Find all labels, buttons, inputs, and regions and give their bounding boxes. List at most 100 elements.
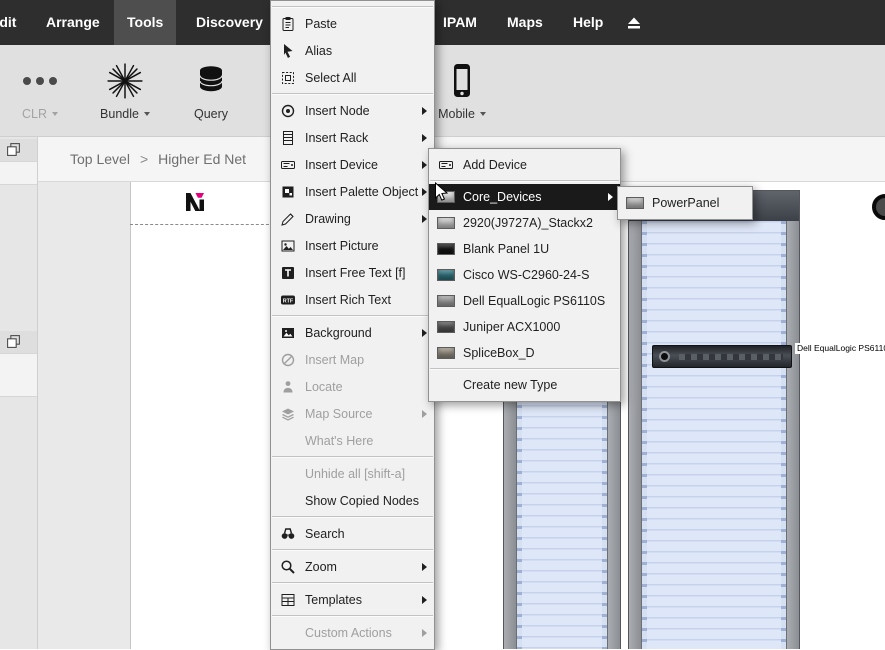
query-database-icon (193, 55, 229, 107)
menu-item-insert-device[interactable]: Insert Device (271, 151, 434, 178)
menu-item-create-new-type[interactable]: Create new Type (429, 372, 620, 398)
toolbar-button-clr[interactable]: CLR (8, 55, 72, 133)
menu-item-insert-rack[interactable]: Insert Rack (271, 124, 434, 151)
menu-item-powerpanel[interactable]: PowerPanel (618, 190, 752, 216)
no-icon (279, 433, 297, 449)
insert-device-icon (437, 157, 455, 173)
menu-item-insert-palette-object[interactable]: Insert Palette Object (271, 178, 434, 205)
menu-separator (272, 549, 433, 551)
device-thumbnail-icon (437, 241, 455, 257)
menu-item-paste[interactable]: Paste (271, 10, 434, 37)
menu-item-insert-picture[interactable]: Insert Picture (271, 232, 434, 259)
menu-item-add-device[interactable]: Add Device (429, 152, 620, 178)
menu-item-select-all[interactable]: Select All (271, 64, 434, 91)
toolbar-label-bundle: Bundle (100, 107, 139, 121)
menu-item-zoom[interactable]: Zoom (271, 553, 434, 580)
menu-item-splicebox-d[interactable]: SpliceBox_D (429, 340, 620, 366)
breadcrumb-item-higher-ed-net[interactable]: Higher Ed Net (158, 151, 246, 167)
restore-panel-icon[interactable] (6, 334, 21, 349)
menu-item-insert-rich-text[interactable]: RTF Insert Rich Text (271, 286, 434, 313)
eject-button[interactable] (622, 0, 646, 45)
menu-item-label: Show Copied Nodes (305, 494, 419, 508)
device-thumbnail-icon (437, 267, 455, 283)
toolbar-button-bundle[interactable]: Bundle (88, 55, 162, 133)
menubar-item-discovery[interactable]: Discovery (186, 0, 273, 45)
clr-dots-icon (21, 55, 59, 107)
menu-item-juniper-acx1000[interactable]: Juniper ACX1000 (429, 314, 620, 340)
menubar-item-edit[interactable]: Edit (0, 0, 26, 45)
menu-item-label: Insert Picture (305, 239, 379, 253)
breadcrumb-item-top-level[interactable]: Top Level (70, 151, 130, 167)
rack-node[interactable] (628, 190, 800, 649)
menu-item-label: Insert Rack (305, 131, 368, 145)
menu-item-alias[interactable]: Alias (271, 37, 434, 64)
menubar-item-tools[interactable]: Tools (114, 0, 176, 45)
dock-panel-body (0, 353, 37, 397)
menu-item-insert-free-text-f[interactable]: Insert Free Text [f] (271, 259, 434, 286)
insert-node-icon (279, 103, 297, 119)
map-source-icon (279, 406, 297, 422)
search-binoculars-icon (279, 526, 297, 542)
menu-item-label: Blank Panel 1U (463, 242, 549, 256)
menu-item-blank-panel-1u[interactable]: Blank Panel 1U (429, 236, 620, 262)
submenu-arrow-icon (422, 410, 427, 418)
toolbar-button-mobile[interactable]: Mobile (424, 55, 500, 133)
menu-item-background[interactable]: Background (271, 319, 434, 346)
submenu-arrow-icon (422, 329, 427, 337)
menu-item-show-copied-nodes[interactable]: Show Copied Nodes (271, 487, 434, 514)
submenu-arrow-icon (608, 193, 613, 201)
palette-object-icon (279, 184, 297, 200)
menu-item-core-devices[interactable]: Core_Devices (429, 184, 620, 210)
device-thumbnail-image (437, 243, 455, 255)
menu-item-dell-equallogic-ps6110s[interactable]: Dell EqualLogic PS6110S (429, 288, 620, 314)
menu-item-cisco-ws-c2960-24-s[interactable]: Cisco WS-C2960-24-S (429, 262, 620, 288)
menu-item-label: Insert Rich Text (305, 293, 391, 307)
submenu-arrow-icon (422, 188, 427, 196)
menu-item-label: Insert Device (305, 158, 378, 172)
menu-item-label: SpliceBox_D (463, 346, 535, 360)
menubar-item-ipam[interactable]: IPAM (433, 0, 487, 45)
menu-item-label: Drawing (305, 212, 351, 226)
toolbar-button-query[interactable]: Query (176, 55, 246, 133)
picture-icon (279, 238, 297, 254)
menu-separator (272, 516, 433, 518)
free-text-icon (279, 265, 297, 281)
menu-item-2920-j9727a-stackx2[interactable]: 2920(J9727A)_Stackx2 (429, 210, 620, 236)
no-icon (279, 625, 297, 641)
restore-panel-icon[interactable] (6, 142, 21, 157)
menu-item-label: Map Source (305, 407, 372, 421)
device-thumbnail-image (437, 295, 455, 307)
menu-item-insert-map: Insert Map (271, 346, 434, 373)
menu-item-search[interactable]: Search (271, 520, 434, 547)
menu-item-drawing[interactable]: Drawing (271, 205, 434, 232)
toolbar: CLR Bundle Query (0, 45, 885, 137)
menu-item-insert-node[interactable]: Insert Node (271, 97, 434, 124)
tools-menu: PasteAlias Select All Insert Node Insert Ra… (270, 0, 435, 650)
menu-item-label: Unhide all [shift-a] (305, 467, 405, 481)
menu-item-label: Locate (305, 380, 343, 394)
menu-item-map-source: Map Source (271, 400, 434, 427)
no-icon (437, 377, 455, 393)
menubar-item-maps[interactable]: Maps (497, 0, 553, 45)
toolbar-label-mobile: Mobile (438, 107, 475, 121)
menu-item-label: What's Here (305, 434, 373, 448)
submenu-arrow-icon (422, 563, 427, 571)
menubar-item-help[interactable]: Help (563, 0, 613, 45)
device-thumbnail-icon (437, 345, 455, 361)
submenu-arrow-icon (422, 629, 427, 637)
menu-item-label: Add Device (463, 158, 527, 172)
menubar-item-arrange[interactable]: Arrange (36, 0, 110, 45)
menu-separator (272, 315, 433, 317)
device-node-dell-equallogic[interactable] (652, 345, 792, 368)
toolbar-label-query: Query (194, 107, 228, 121)
menu-item-label: Select All (305, 71, 356, 85)
menu-item-templates[interactable]: Templates (271, 586, 434, 613)
caret-down-icon (144, 112, 150, 116)
insert-map-icon (279, 352, 297, 368)
svg-text:RTF: RTF (283, 298, 294, 304)
breadcrumb-separator: > (140, 151, 148, 167)
submenu-arrow-icon (422, 107, 427, 115)
mobile-phone-icon (444, 55, 480, 107)
menu-item-label: Insert Palette Object (305, 185, 418, 199)
menu-item-label: Custom Actions (305, 626, 392, 640)
